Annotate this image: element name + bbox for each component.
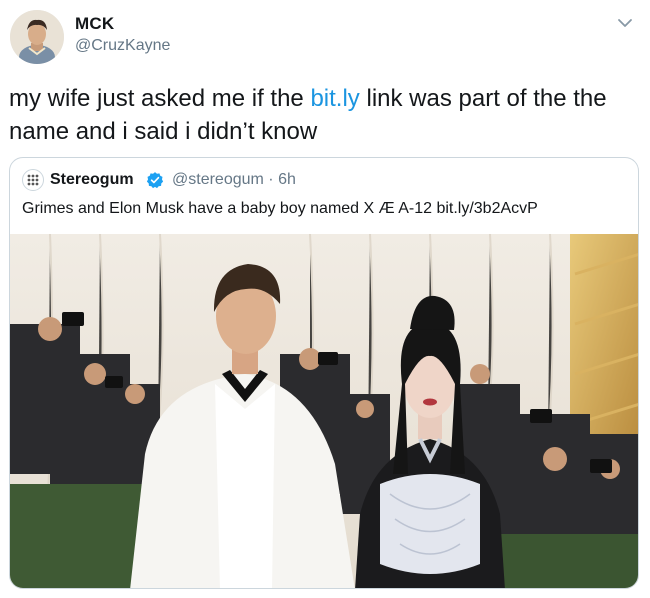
photo-scene: [10, 234, 638, 588]
bitly-link[interactable]: bit.ly: [310, 85, 359, 112]
avatar[interactable]: [10, 10, 64, 64]
stereogum-logo-icon: [27, 174, 39, 186]
quoted-tweet-text: Grimes and Elon Musk have a baby boy nam…: [22, 200, 538, 217]
quoted-avatar: [22, 169, 44, 191]
quoted-photo[interactable]: [10, 234, 638, 588]
author-display-name[interactable]: MCK: [75, 14, 114, 34]
quoted-separator: ·: [263, 171, 279, 188]
tweet-text-before: my wife just asked me if the: [9, 85, 311, 112]
tweet-text: my wife just asked me if the bit.ly link…: [9, 82, 639, 148]
chevron-down-icon[interactable]: [616, 14, 634, 32]
quoted-handle[interactable]: @stereogum: [172, 171, 264, 188]
quoted-handle-time: @stereogum · 6h: [172, 171, 296, 189]
verified-badge-icon: [146, 171, 164, 189]
author-handle[interactable]: @CruzKayne: [75, 37, 170, 55]
avatar-image: [10, 10, 64, 64]
quoted-timestamp[interactable]: 6h: [278, 171, 296, 188]
quoted-tweet-card[interactable]: Stereogum @stereogum · 6h Grimes and Elo…: [9, 157, 639, 589]
quoted-display-name[interactable]: Stereogum: [50, 171, 134, 189]
